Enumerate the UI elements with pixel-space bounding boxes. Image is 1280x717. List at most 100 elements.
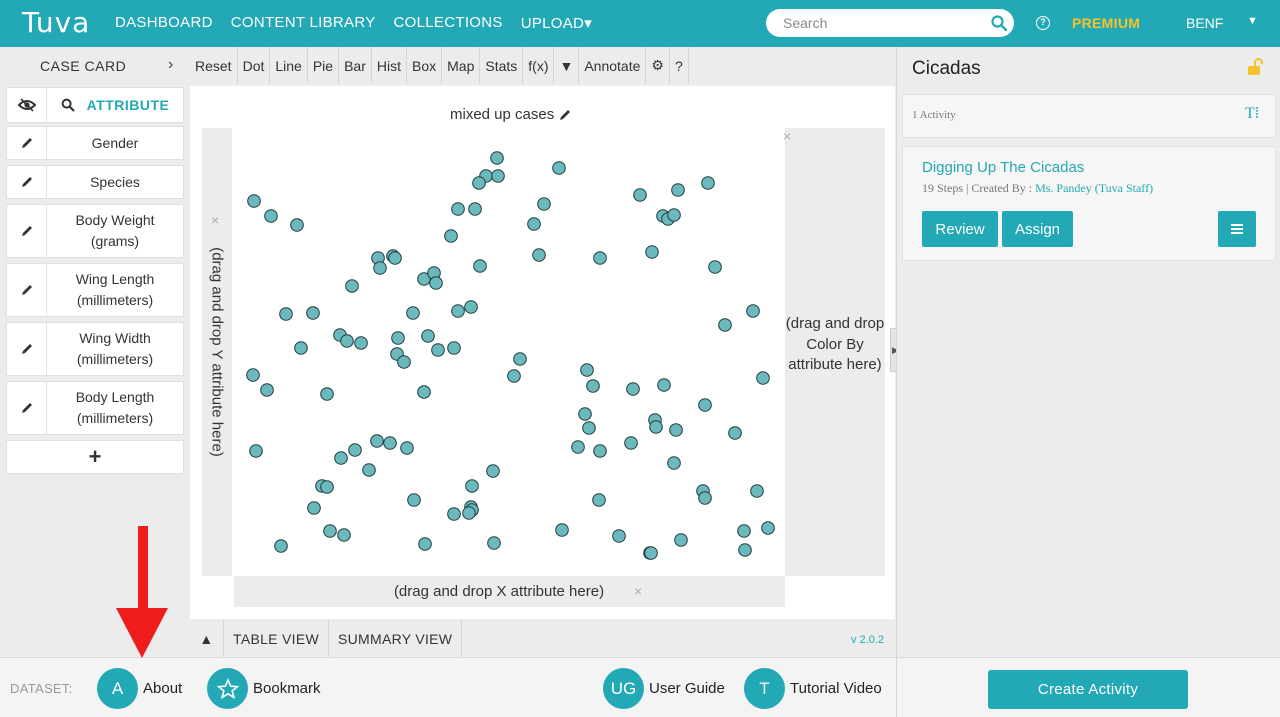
case-dot[interactable] bbox=[633, 188, 647, 202]
case-dot[interactable] bbox=[334, 451, 348, 465]
activity-title[interactable]: Digging Up The Cicadas bbox=[922, 159, 1084, 176]
case-dot[interactable] bbox=[580, 363, 594, 377]
case-dot[interactable] bbox=[407, 493, 421, 507]
case-dot[interactable] bbox=[473, 259, 487, 273]
search-input[interactable] bbox=[783, 15, 983, 31]
text-size-icon[interactable]: T⁞ bbox=[1245, 105, 1259, 123]
attribute-row-body-weight[interactable]: Body Weight (grams) bbox=[6, 204, 184, 258]
attribute-row-gender[interactable]: Gender bbox=[6, 126, 184, 160]
bar-chart-button[interactable]: Bar bbox=[339, 47, 372, 84]
case-dot[interactable] bbox=[397, 355, 411, 369]
case-dot[interactable] bbox=[486, 464, 500, 478]
pencil-icon[interactable] bbox=[7, 205, 47, 257]
case-dot[interactable] bbox=[491, 169, 505, 183]
case-dot[interactable] bbox=[451, 304, 465, 318]
case-dot[interactable] bbox=[279, 307, 293, 321]
color-by-clear-icon[interactable]: × bbox=[783, 128, 791, 144]
unlock-icon[interactable] bbox=[1245, 57, 1265, 77]
attribute-row-body-length[interactable]: Body Length (millimeters) bbox=[6, 381, 184, 435]
x-axis-clear-icon[interactable]: × bbox=[634, 583, 642, 599]
case-dot[interactable] bbox=[354, 336, 368, 350]
tab-table-view[interactable]: TABLE VIEW bbox=[224, 620, 329, 657]
case-dot[interactable] bbox=[391, 331, 405, 345]
eye-icon[interactable] bbox=[7, 88, 47, 122]
case-dot[interactable] bbox=[555, 523, 569, 537]
case-dot[interactable] bbox=[718, 318, 732, 332]
help-circle-icon[interactable]: ? bbox=[670, 47, 689, 84]
pencil-icon[interactable] bbox=[7, 127, 47, 159]
case-dot[interactable] bbox=[586, 379, 600, 393]
case-dot[interactable] bbox=[465, 479, 479, 493]
case-dot[interactable] bbox=[260, 383, 274, 397]
case-dot[interactable] bbox=[274, 539, 288, 553]
attribute-row-species[interactable]: Species bbox=[6, 165, 184, 199]
case-dot[interactable] bbox=[507, 369, 521, 383]
case-dot[interactable] bbox=[487, 536, 501, 550]
case-dot[interactable] bbox=[247, 194, 261, 208]
annotate-button[interactable]: Annotate bbox=[579, 47, 647, 84]
case-dot[interactable] bbox=[645, 245, 659, 259]
case-dot[interactable] bbox=[373, 261, 387, 275]
pencil-icon[interactable] bbox=[7, 166, 47, 198]
bookmark-button[interactable]: Bookmark bbox=[207, 668, 321, 709]
case-dot[interactable] bbox=[337, 528, 351, 542]
case-dot[interactable] bbox=[571, 440, 585, 454]
case-dot[interactable] bbox=[746, 304, 760, 318]
case-dot[interactable] bbox=[537, 197, 551, 211]
about-button[interactable]: A About bbox=[97, 668, 182, 709]
case-dot[interactable] bbox=[294, 341, 308, 355]
pencil-icon[interactable] bbox=[558, 108, 572, 122]
search-icon[interactable] bbox=[990, 14, 1008, 32]
map-button[interactable]: Map bbox=[442, 47, 481, 84]
scatter-points[interactable] bbox=[232, 128, 785, 576]
help-icon[interactable]: ? bbox=[1036, 16, 1050, 30]
case-dot[interactable] bbox=[698, 398, 712, 412]
case-dot[interactable] bbox=[582, 421, 596, 435]
case-dot[interactable] bbox=[264, 209, 278, 223]
pencil-icon[interactable] bbox=[7, 382, 47, 434]
case-dot[interactable] bbox=[667, 456, 681, 470]
case-dot[interactable] bbox=[593, 444, 607, 458]
case-dot[interactable] bbox=[737, 524, 751, 538]
case-dot[interactable] bbox=[671, 183, 685, 197]
tab-summary-view[interactable]: SUMMARY VIEW bbox=[329, 620, 463, 657]
dot-plot-button[interactable]: Dot bbox=[238, 47, 271, 84]
case-dot[interactable] bbox=[708, 260, 722, 274]
case-dot[interactable] bbox=[320, 387, 334, 401]
case-dot[interactable] bbox=[340, 334, 354, 348]
case-dot[interactable] bbox=[307, 501, 321, 515]
case-dot[interactable] bbox=[657, 378, 671, 392]
case-dot[interactable] bbox=[728, 426, 742, 440]
case-dot[interactable] bbox=[626, 382, 640, 396]
add-attribute-button[interactable]: + bbox=[6, 440, 184, 474]
case-dot[interactable] bbox=[447, 341, 461, 355]
case-dot[interactable] bbox=[320, 480, 334, 494]
case-card-header[interactable]: CASE CARD › bbox=[0, 47, 190, 84]
case-dot[interactable] bbox=[644, 546, 658, 560]
case-dot[interactable] bbox=[447, 507, 461, 521]
case-dot[interactable] bbox=[464, 300, 478, 314]
case-dot[interactable] bbox=[612, 529, 626, 543]
user-guide-button[interactable]: UG User Guide bbox=[603, 668, 725, 709]
case-dot[interactable] bbox=[750, 484, 764, 498]
case-dot[interactable] bbox=[400, 441, 414, 455]
case-dot[interactable] bbox=[462, 506, 476, 520]
case-dot[interactable] bbox=[345, 279, 359, 293]
case-dot[interactable] bbox=[406, 306, 420, 320]
case-dot[interactable] bbox=[431, 343, 445, 357]
case-dot[interactable] bbox=[421, 329, 435, 343]
pie-chart-button[interactable]: Pie bbox=[308, 47, 340, 84]
review-button[interactable]: Review bbox=[922, 211, 998, 247]
case-dot[interactable] bbox=[348, 443, 362, 457]
attribute-label[interactable]: Gender bbox=[47, 127, 183, 159]
tutorial-video-button[interactable]: T Tutorial Video bbox=[744, 668, 882, 709]
case-dot[interactable] bbox=[388, 251, 402, 265]
chevron-right-icon[interactable]: › bbox=[168, 56, 173, 74]
function-button[interactable]: f(x) bbox=[523, 47, 555, 84]
y-axis-drop-zone[interactable]: × (drag and drop Y attribute here) bbox=[202, 128, 232, 576]
case-dot[interactable] bbox=[249, 444, 263, 458]
case-dot[interactable] bbox=[306, 306, 320, 320]
attribute-label[interactable]: Wing Width (millimeters) bbox=[47, 323, 183, 375]
attribute-row-wing-length[interactable]: Wing Length (millimeters) bbox=[6, 263, 184, 317]
case-dot[interactable] bbox=[383, 436, 397, 450]
